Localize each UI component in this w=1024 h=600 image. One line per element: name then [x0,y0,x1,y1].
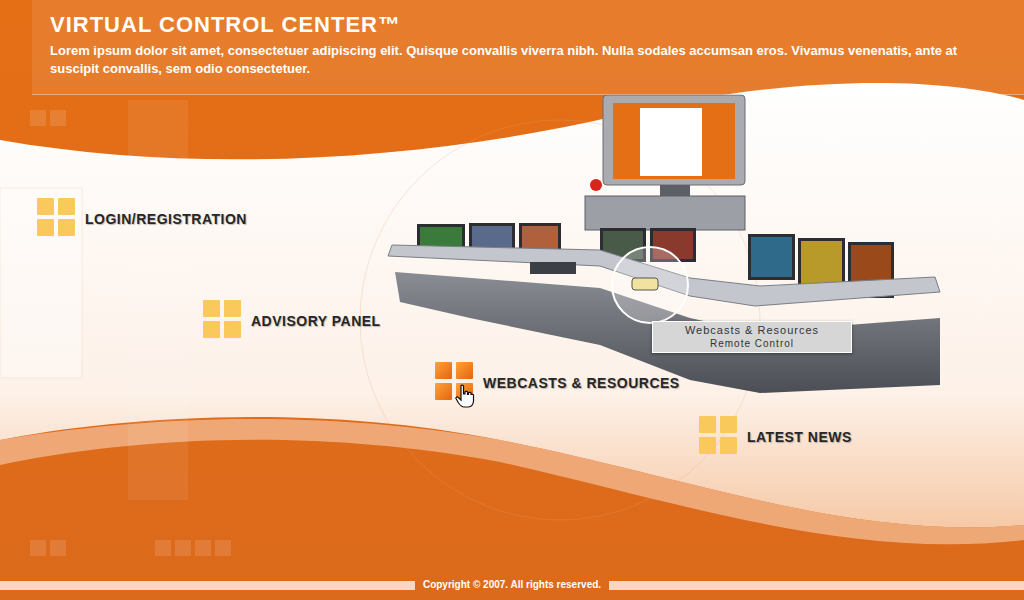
menu-label[interactable]: LOGIN/REGISTRATION [85,205,247,230]
footer-strip [609,581,1024,590]
squares-icon [435,362,473,400]
squares-icon [203,300,241,338]
squares-icon [37,198,75,236]
squares-icon [699,416,737,454]
menu-item[interactable]: WEBCASTS & RESOURCES [435,362,680,400]
header: VIRTUAL CONTROL CENTER™ Lorem ipsum dolo… [32,0,1024,95]
footer-strip [0,581,415,590]
intro-text: Lorem ipsum dolor sit amet, consectetuer… [50,42,960,77]
tooltip-title: Webcasts & Resources [657,324,847,338]
footer: Copyright © 2007. All rights reserved. [0,578,1024,592]
menu-item[interactable]: LATEST NEWS [699,416,852,454]
menu-item[interactable]: ADVISORY PANEL [203,300,381,338]
page-title: VIRTUAL CONTROL CENTER™ [50,12,964,38]
menu-label[interactable]: LATEST NEWS [747,423,852,448]
menu-item[interactable]: LOGIN/REGISTRATION [37,198,247,236]
hand-cursor-icon [455,384,475,408]
splash-page: VIRTUAL CONTROL CENTER™ Lorem ipsum dolo… [0,0,1024,600]
menu-label[interactable]: WEBCASTS & RESOURCES [483,369,680,394]
copyright: Copyright © 2007. All rights reserved. [415,578,609,592]
tooltip-subtitle: Remote Control [657,338,847,351]
remote-control-tooltip: Webcasts & Resources Remote Control [652,321,852,353]
menu-label[interactable]: ADVISORY PANEL [251,307,381,332]
